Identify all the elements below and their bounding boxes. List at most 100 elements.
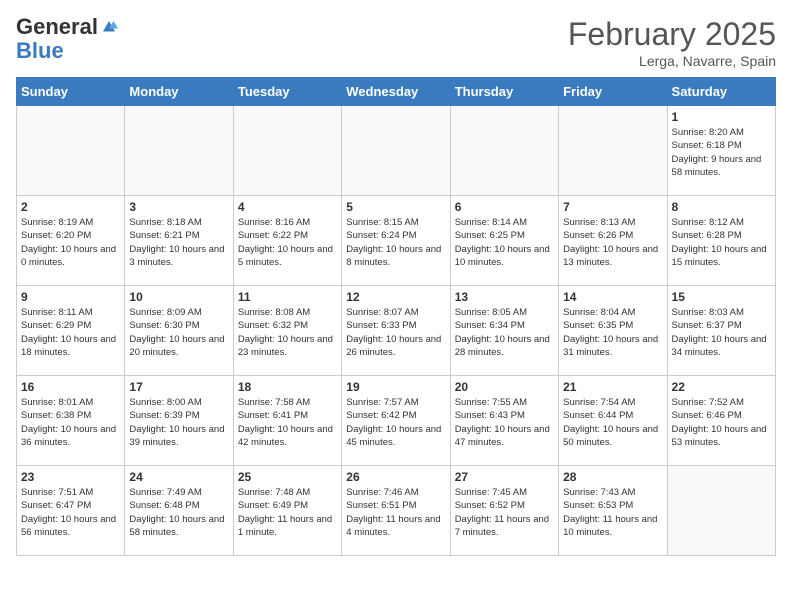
calendar-day: 26 Sunrise: 7:46 AMSunset: 6:51 PMDayligh… bbox=[342, 466, 450, 556]
day-info: Sunrise: 8:07 AMSunset: 6:33 PMDaylight:… bbox=[346, 306, 445, 359]
day-number: 19 bbox=[346, 380, 445, 394]
day-number: 8 bbox=[672, 200, 771, 214]
day-info: Sunrise: 8:08 AMSunset: 6:32 PMDaylight:… bbox=[238, 306, 337, 359]
day-number: 14 bbox=[563, 290, 662, 304]
day-info: Sunrise: 8:11 AMSunset: 6:29 PMDaylight:… bbox=[21, 306, 120, 359]
day-number: 23 bbox=[21, 470, 120, 484]
day-info: Sunrise: 8:16 AMSunset: 6:22 PMDaylight:… bbox=[238, 216, 337, 269]
logo: General Blue bbox=[16, 16, 118, 64]
calendar-day: 15 Sunrise: 8:03 AMSunset: 6:37 PMDayligh… bbox=[667, 286, 775, 376]
calendar-day: 11Sunrise: 8:08 AMSunset: 6:32 PMDayligh… bbox=[233, 286, 341, 376]
calendar-day: 22Sunrise: 7:52 AMSunset: 6:46 PMDayligh… bbox=[667, 376, 775, 466]
calendar-empty bbox=[125, 106, 233, 196]
calendar-day: 3Sunrise: 8:18 AMSunset: 6:21 PMDaylight… bbox=[125, 196, 233, 286]
calendar-day: 17 Sunrise: 8:00 AMSunset: 6:39 PMDayligh… bbox=[125, 376, 233, 466]
calendar-week-row: 16 Sunrise: 8:01 AMSunset: 6:38 PMDayligh… bbox=[17, 376, 776, 466]
day-info: Sunrise: 8:12 AMSunset: 6:28 PMDaylight:… bbox=[672, 216, 771, 269]
day-info: Sunrise: 8:18 AMSunset: 6:21 PMDaylight:… bbox=[129, 216, 228, 269]
calendar-day: 16 Sunrise: 8:01 AMSunset: 6:38 PMDayligh… bbox=[17, 376, 125, 466]
calendar-day: 21 Sunrise: 7:54 AMSunset: 6:44 PMDayligh… bbox=[559, 376, 667, 466]
day-info: Sunrise: 7:55 AMSunset: 6:43 PMDaylight:… bbox=[455, 396, 554, 449]
logo-general-text: General bbox=[16, 16, 98, 38]
day-number: 6 bbox=[455, 200, 554, 214]
calendar-day: 4 Sunrise: 8:16 AMSunset: 6:22 PMDaylight… bbox=[233, 196, 341, 286]
day-number: 17 bbox=[129, 380, 228, 394]
weekday-header: Friday bbox=[559, 78, 667, 106]
calendar-day: 1Sunrise: 8:20 AMSunset: 6:18 PMDaylight… bbox=[667, 106, 775, 196]
calendar-day: 12 Sunrise: 8:07 AMSunset: 6:33 PMDayligh… bbox=[342, 286, 450, 376]
calendar-empty bbox=[667, 466, 775, 556]
calendar-day: 18 Sunrise: 7:58 AMSunset: 6:41 PMDayligh… bbox=[233, 376, 341, 466]
weekday-header: Saturday bbox=[667, 78, 775, 106]
day-number: 25 bbox=[238, 470, 337, 484]
day-info: Sunrise: 8:01 AMSunset: 6:38 PMDaylight:… bbox=[21, 396, 120, 449]
calendar-day: 23 Sunrise: 7:51 AMSunset: 6:47 PMDayligh… bbox=[17, 466, 125, 556]
day-number: 12 bbox=[346, 290, 445, 304]
calendar-week-row: 1Sunrise: 8:20 AMSunset: 6:18 PMDaylight… bbox=[17, 106, 776, 196]
day-number: 22 bbox=[672, 380, 771, 394]
day-info: Sunrise: 8:03 AMSunset: 6:37 PMDaylight:… bbox=[672, 306, 771, 359]
calendar-day: 24 Sunrise: 7:49 AMSunset: 6:48 PMDayligh… bbox=[125, 466, 233, 556]
header: General Blue February 2025 Lerga, Navarr… bbox=[16, 16, 776, 69]
location: Lerga, Navarre, Spain bbox=[568, 53, 776, 69]
calendar-day: 5 Sunrise: 8:15 AMSunset: 6:24 PMDaylight… bbox=[342, 196, 450, 286]
logo-icon bbox=[100, 18, 118, 36]
calendar-week-row: 23 Sunrise: 7:51 AMSunset: 6:47 PMDayligh… bbox=[17, 466, 776, 556]
day-number: 15 bbox=[672, 290, 771, 304]
day-number: 10 bbox=[129, 290, 228, 304]
calendar-day: 2 Sunrise: 8:19 AMSunset: 6:20 PMDaylight… bbox=[17, 196, 125, 286]
day-info: Sunrise: 8:15 AMSunset: 6:24 PMDaylight:… bbox=[346, 216, 445, 269]
calendar-day: 14 Sunrise: 8:04 AMSunset: 6:35 PMDayligh… bbox=[559, 286, 667, 376]
day-info: Sunrise: 7:46 AMSunset: 6:51 PMDaylight:… bbox=[346, 486, 445, 539]
day-info: Sunrise: 7:57 AMSunset: 6:42 PMDaylight:… bbox=[346, 396, 445, 449]
day-number: 20 bbox=[455, 380, 554, 394]
day-number: 13 bbox=[455, 290, 554, 304]
calendar-day: 28 Sunrise: 7:43 AMSunset: 6:53 PMDayligh… bbox=[559, 466, 667, 556]
day-number: 18 bbox=[238, 380, 337, 394]
calendar-day: 20 Sunrise: 7:55 AMSunset: 6:43 PMDayligh… bbox=[450, 376, 558, 466]
calendar-day: 25 Sunrise: 7:48 AMSunset: 6:49 PMDayligh… bbox=[233, 466, 341, 556]
day-info: Sunrise: 8:09 AMSunset: 6:30 PMDaylight:… bbox=[129, 306, 228, 359]
calendar-empty bbox=[559, 106, 667, 196]
day-info: Sunrise: 8:05 AMSunset: 6:34 PMDaylight:… bbox=[455, 306, 554, 359]
day-number: 7 bbox=[563, 200, 662, 214]
day-number: 2 bbox=[21, 200, 120, 214]
day-number: 5 bbox=[346, 200, 445, 214]
weekday-header: Wednesday bbox=[342, 78, 450, 106]
calendar-day: 9 Sunrise: 8:11 AMSunset: 6:29 PMDaylight… bbox=[17, 286, 125, 376]
weekday-header-row: SundayMondayTuesdayWednesdayThursdayFrid… bbox=[17, 78, 776, 106]
weekday-header: Sunday bbox=[17, 78, 125, 106]
day-info: Sunrise: 8:00 AMSunset: 6:39 PMDaylight:… bbox=[129, 396, 228, 449]
month-title: February 2025 bbox=[568, 16, 776, 53]
weekday-header: Thursday bbox=[450, 78, 558, 106]
day-info: Sunrise: 8:20 AMSunset: 6:18 PMDaylight:… bbox=[672, 126, 771, 179]
calendar-day: 19 Sunrise: 7:57 AMSunset: 6:42 PMDayligh… bbox=[342, 376, 450, 466]
day-number: 28 bbox=[563, 470, 662, 484]
day-number: 26 bbox=[346, 470, 445, 484]
day-info: Sunrise: 7:45 AMSunset: 6:52 PMDaylight:… bbox=[455, 486, 554, 539]
calendar-week-row: 2 Sunrise: 8:19 AMSunset: 6:20 PMDaylight… bbox=[17, 196, 776, 286]
calendar-day: 27 Sunrise: 7:45 AMSunset: 6:52 PMDayligh… bbox=[450, 466, 558, 556]
day-info: Sunrise: 7:49 AMSunset: 6:48 PMDaylight:… bbox=[129, 486, 228, 539]
day-number: 9 bbox=[21, 290, 120, 304]
day-number: 24 bbox=[129, 470, 228, 484]
day-info: Sunrise: 8:13 AMSunset: 6:26 PMDaylight:… bbox=[563, 216, 662, 269]
day-number: 16 bbox=[21, 380, 120, 394]
day-number: 27 bbox=[455, 470, 554, 484]
title-area: February 2025 Lerga, Navarre, Spain bbox=[568, 16, 776, 69]
day-info: Sunrise: 7:58 AMSunset: 6:41 PMDaylight:… bbox=[238, 396, 337, 449]
day-number: 4 bbox=[238, 200, 337, 214]
calendar-empty bbox=[233, 106, 341, 196]
day-info: Sunrise: 7:43 AMSunset: 6:53 PMDaylight:… bbox=[563, 486, 662, 539]
weekday-header: Tuesday bbox=[233, 78, 341, 106]
day-info: Sunrise: 7:54 AMSunset: 6:44 PMDaylight:… bbox=[563, 396, 662, 449]
calendar-empty bbox=[450, 106, 558, 196]
day-info: Sunrise: 7:51 AMSunset: 6:47 PMDaylight:… bbox=[21, 486, 120, 539]
day-info: Sunrise: 8:19 AMSunset: 6:20 PMDaylight:… bbox=[21, 216, 120, 269]
day-info: Sunrise: 7:48 AMSunset: 6:49 PMDaylight:… bbox=[238, 486, 337, 539]
calendar-week-row: 9 Sunrise: 8:11 AMSunset: 6:29 PMDaylight… bbox=[17, 286, 776, 376]
calendar-day: 10 Sunrise: 8:09 AMSunset: 6:30 PMDayligh… bbox=[125, 286, 233, 376]
weekday-header: Monday bbox=[125, 78, 233, 106]
day-number: 21 bbox=[563, 380, 662, 394]
day-info: Sunrise: 8:04 AMSunset: 6:35 PMDaylight:… bbox=[563, 306, 662, 359]
